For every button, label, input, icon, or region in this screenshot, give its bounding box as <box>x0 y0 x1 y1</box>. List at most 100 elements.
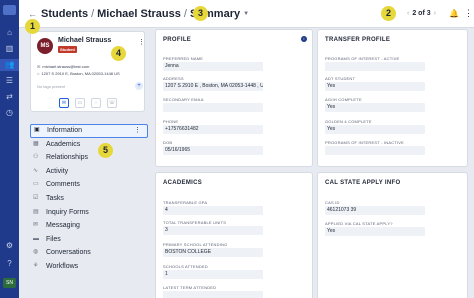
people-icon: ⚇ <box>33 154 39 161</box>
more-vertical-icon[interactable]: ⋮ <box>134 125 141 137</box>
nav-label: Information <box>47 127 83 134</box>
field-label: PROGRAMS OF INTEREST - INACTIVE <box>325 140 405 145</box>
app-logo[interactable] <box>3 5 16 15</box>
nav-item-messaging[interactable]: ✉ Messaging <box>30 219 148 233</box>
email-action-icon[interactable]: ✉ <box>59 98 69 108</box>
nav-item-relationships[interactable]: ⚇ Relationships <box>30 151 148 165</box>
phone-field[interactable]: +17576631482 <box>163 125 263 134</box>
dob-field[interactable]: 05/16/1965 <box>163 146 263 155</box>
field-label: DOB <box>163 140 173 145</box>
nav-label: Conversations <box>46 249 91 257</box>
next-record-icon[interactable]: › <box>434 10 436 17</box>
field-label: TOTAL TRANSFERABLE UNITS <box>163 220 227 225</box>
history-icon[interactable]: ◷ <box>4 107 15 118</box>
field-label: PHONE <box>163 119 179 124</box>
primary-school-field[interactable]: BOSTON COLLEGE <box>163 248 263 257</box>
field-label: LATEST TERM ATTENDED <box>163 285 217 290</box>
units-field[interactable]: 3 <box>163 226 263 235</box>
field-label: PRIMARY SCHOOL ATTENDING <box>163 242 228 247</box>
gpa-field[interactable]: 4 <box>163 206 263 215</box>
cas-id-field[interactable]: 46121073 39 <box>325 206 425 215</box>
callout-3: 3 <box>193 6 208 21</box>
academics-section: ACADEMICS TRANSFERABLE GPA 4 TOTAL TRANS… <box>155 172 313 298</box>
email-line[interactable]: ✉ michael.strauss@test.com <box>37 64 89 69</box>
profile-card: MS Michael Strauss Student ⋮ ✉ michael.st… <box>30 31 145 112</box>
schools-attended-field[interactable]: 1 <box>163 270 263 279</box>
chat-icon: ◍ <box>33 249 39 256</box>
no-tags-text: No tags present <box>37 84 66 89</box>
chart-icon[interactable]: ▥ <box>4 43 15 54</box>
call-action-icon[interactable]: ☏ <box>107 98 117 108</box>
bell-icon[interactable]: 🔔 <box>449 9 459 18</box>
address-line: ⌂ 1207 S 2910 E, Boston, MA 02053-1448 US <box>37 71 120 76</box>
nav-item-workflows[interactable]: ⚘ Workflows <box>30 260 148 274</box>
record-pager: ‹ 2 of 3 › <box>404 10 439 17</box>
top-bar: ← Students / Michael Strauss / Summary ▼ ‹ 2 o… <box>19 0 474 28</box>
field-label: ADT STUDENT <box>325 76 356 81</box>
checklist-icon: ☑ <box>33 194 39 201</box>
callout-5: 5 <box>98 143 113 158</box>
preferred-name-field[interactable]: Jenna <box>163 62 263 71</box>
programs-active-field[interactable] <box>325 62 425 71</box>
section-title: TRANSFER PROFILE <box>325 37 391 43</box>
nav-label: Files <box>46 235 61 243</box>
callout-2: 2 <box>381 6 396 21</box>
secondary-email-field[interactable] <box>163 103 263 112</box>
nav-label: Tasks <box>46 194 64 202</box>
nav-item-conversations[interactable]: ◍ Conversations <box>30 246 148 260</box>
golden4-field[interactable]: Yes <box>325 125 425 134</box>
nav-item-activity[interactable]: ∿ Activity <box>30 165 148 179</box>
sms-action-icon[interactable]: ▭ <box>75 98 85 108</box>
agih-complete-field[interactable]: Yes <box>325 103 425 112</box>
prev-record-icon[interactable]: ‹ <box>407 10 409 17</box>
left-panel: MS Michael Strauss Student ⋮ ✉ michael.st… <box>27 28 148 298</box>
field-label: SCHOOLS ATTENDED <box>163 264 208 269</box>
form-icon: ▤ <box>33 208 39 215</box>
breadcrumb-person[interactable]: Michael Strauss <box>97 8 181 20</box>
nav-item-comments[interactable]: ▭ Comments <box>30 178 148 192</box>
breadcrumb: Students / Michael Strauss / Summary ▼ <box>41 8 250 20</box>
programs-inactive-field[interactable] <box>325 146 425 155</box>
field-label: ADDRESS <box>163 76 184 81</box>
students-icon[interactable]: 👥 <box>0 59 19 71</box>
nav-item-academics[interactable]: ▦ Academics <box>30 138 148 152</box>
applied-via-csu-field[interactable]: Yes <box>325 227 425 236</box>
nav-item-tasks[interactable]: ☑ Tasks <box>30 192 148 206</box>
address-field[interactable]: 1207 S 2910 E , Boston, MA 02053-1448 , … <box>163 82 263 91</box>
pager-text: 2 of 3 <box>412 10 431 17</box>
callout-1: 1 <box>25 19 40 34</box>
back-arrow-icon[interactable]: ← <box>28 9 37 19</box>
info-icon[interactable]: i <box>301 36 307 42</box>
help-icon[interactable]: ? <box>4 258 15 269</box>
avatar: MS <box>37 38 53 54</box>
nav-item-inquiry-forms[interactable]: ▤ Inquiry Forms <box>30 206 148 220</box>
more-vertical-icon[interactable]: ⋮ <box>464 8 473 19</box>
field-label: AG/IH COMPLETE <box>325 97 362 102</box>
workflow-icon[interactable]: ⇄ <box>4 91 15 102</box>
breadcrumb-students[interactable]: Students <box>41 8 88 20</box>
field-label: GOLDEN 4 COMPLETE <box>325 119 372 124</box>
field-label: PROGRAMS OF INTEREST - ACTIVE <box>325 56 400 61</box>
nav-item-information[interactable]: ▣ Information ⋮ <box>30 124 148 138</box>
workflow-icon: ⚘ <box>33 262 39 269</box>
chat-action-icon[interactable]: ◌ <box>91 98 101 108</box>
settings-icon[interactable]: ⚙ <box>4 240 15 251</box>
home-icon[interactable]: ⌂ <box>4 27 15 38</box>
add-tag-button[interactable]: + <box>135 82 143 90</box>
nav-label: Activity <box>46 167 69 175</box>
field-label: TRANSFERABLE GPA <box>163 200 208 205</box>
list-icon[interactable]: ☰ <box>4 75 15 86</box>
field-label: CAS ID <box>325 200 340 205</box>
chevron-down-icon[interactable]: ▼ <box>243 11 249 17</box>
section-title: ACADEMICS <box>163 180 203 186</box>
latest-term-field[interactable] <box>163 291 263 298</box>
card-menu-icon[interactable]: ⋮ <box>138 38 145 46</box>
info-icon: ▣ <box>34 127 40 133</box>
field-label: PREFERRED NAME <box>163 56 204 61</box>
user-avatar-badge[interactable]: SN <box>3 278 16 288</box>
transfer-profile-section: TRANSFER PROFILE PROGRAMS OF INTEREST - … <box>317 29 468 167</box>
adt-student-field[interactable]: Yes <box>325 82 425 91</box>
field-label: SECONDARY EMAIL <box>163 97 205 102</box>
nav-item-files[interactable]: ▬ Files <box>30 233 148 247</box>
student-name: Michael Strauss <box>58 37 112 44</box>
